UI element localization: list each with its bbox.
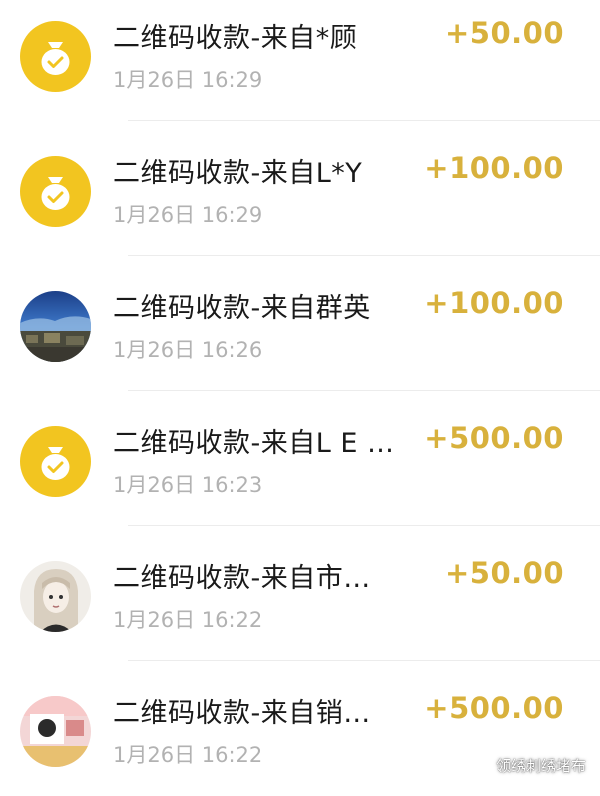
transaction-time: 1月26日 16:29 <box>113 203 263 227</box>
transaction-time: 1月26日 16:26 <box>113 338 263 362</box>
transaction-amount: +500.00 <box>424 421 564 455</box>
transaction-title: 二维码收款-来自群英 <box>113 293 371 324</box>
transaction-row[interactable]: 二维码收款-来自L E … 1月26日 16:23 +500.00 <box>0 391 600 526</box>
coin-bag-icon <box>20 426 91 497</box>
transaction-amount: +100.00 <box>424 151 564 185</box>
transaction-list: 二维码收款-来自*顾 1月26日 16:29 +50.00 二维码收款-来自L*… <box>0 0 600 796</box>
transaction-title: 二维码收款-来自*顾 <box>113 23 358 54</box>
user-photo-night-scene <box>20 291 91 362</box>
transaction-row[interactable]: 二维码收款-来自*顾 1月26日 16:29 +50.00 <box>0 0 600 121</box>
user-photo-anime-girl <box>20 561 91 632</box>
transaction-amount: +50.00 <box>444 556 564 590</box>
transaction-title: 二维码收款-来自销… <box>113 698 371 729</box>
wechat-icon <box>469 757 490 774</box>
transaction-title: 二维码收款-来自L E … <box>113 428 395 459</box>
coin-bag-icon <box>20 156 91 227</box>
watermark-text: 领绣刺绣堵布 <box>495 757 586 775</box>
transaction-title: 二维码收款-来自L*Y <box>113 158 363 189</box>
user-photo-collage <box>20 696 91 767</box>
transaction-row[interactable]: 二维码收款-来自L*Y 1月26日 16:29 +100.00 <box>0 121 600 256</box>
transaction-title: 二维码收款-来自市… <box>113 563 371 594</box>
transaction-time: 1月26日 16:29 <box>113 68 263 92</box>
transaction-row[interactable]: 二维码收款-来自群英 1月26日 16:26 +100.00 <box>0 256 600 391</box>
transaction-amount: +500.00 <box>424 691 564 725</box>
transaction-time: 1月26日 16:22 <box>113 608 263 632</box>
transaction-row[interactable]: 二维码收款-来自市… 1月26日 16:22 +50.00 <box>0 526 600 661</box>
transaction-time: 1月26日 16:22 <box>113 743 263 767</box>
coin-bag-icon <box>20 21 91 92</box>
transaction-amount: +100.00 <box>424 286 564 320</box>
watermark: 领绣刺绣堵布 <box>469 755 586 776</box>
transaction-time: 1月26日 16:23 <box>113 473 263 497</box>
transaction-amount: +50.00 <box>444 16 564 50</box>
